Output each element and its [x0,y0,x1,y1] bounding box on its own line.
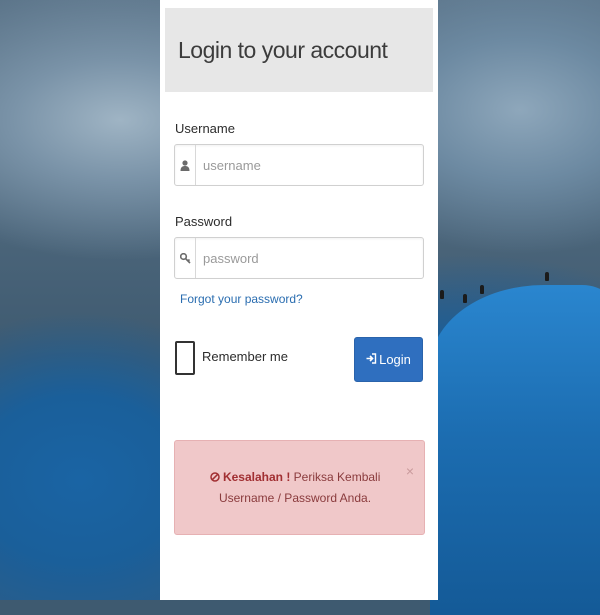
forgot-password-link[interactable]: Forgot your password? [180,292,303,306]
sign-in-icon [366,352,377,367]
login-button[interactable]: Login [354,337,423,382]
alert-message-block: Kesalahan ! Periksa Kembali Username / P… [189,467,401,509]
penguin-figure [440,290,444,299]
penguin-figure [480,285,484,294]
panel-title: Login to your account [178,36,388,63]
user-icon [175,145,196,185]
error-alert: Kesalahan ! Periksa Kembali Username / P… [174,440,425,535]
username-input-group [174,144,424,186]
penguin-figure [545,272,549,281]
iceberg-shape [430,285,600,615]
panel-header: Login to your account [165,8,433,92]
login-button-label: Login [379,352,411,367]
alert-title: Kesalahan ! [222,470,291,484]
password-input[interactable] [196,249,405,267]
login-panel: Login to your account Username Password … [160,0,438,600]
username-label: Username [175,121,235,136]
remember-me-checkbox[interactable] [175,341,195,375]
password-label: Password [175,214,233,229]
penguin-figure [463,294,467,303]
username-input[interactable] [196,156,405,174]
ban-icon [209,470,223,484]
close-icon[interactable]: × [406,463,414,479]
password-input-group [174,237,424,279]
key-icon [175,238,196,278]
remember-me-label: Remember me [202,349,288,364]
